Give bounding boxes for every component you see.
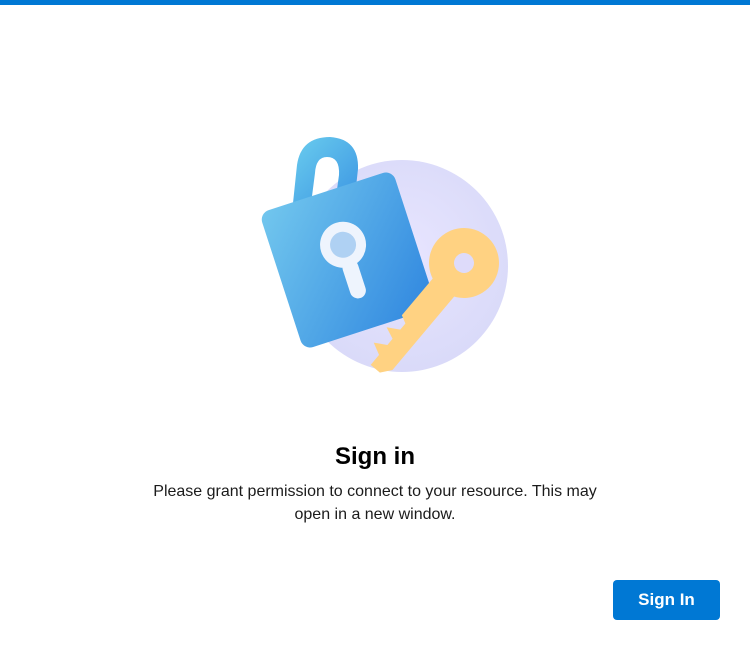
top-accent-bar [0, 0, 750, 5]
sign-in-button[interactable]: Sign In [613, 580, 720, 620]
dialog-message: Please grant permission to connect to yo… [153, 483, 597, 523]
dialog-title: Sign in [335, 443, 415, 470]
lock-and-key-icon [255, 125, 515, 385]
